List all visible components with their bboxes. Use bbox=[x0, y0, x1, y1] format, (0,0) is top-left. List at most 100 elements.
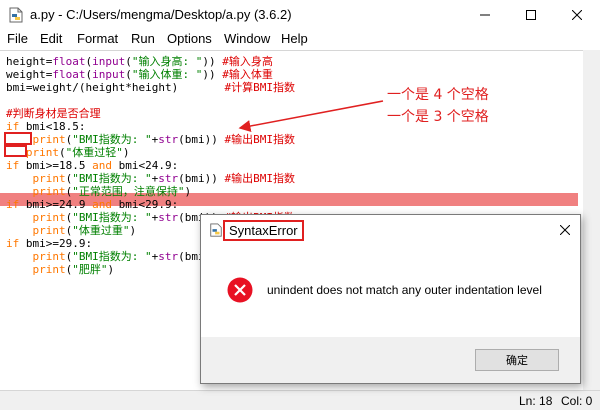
code-token: print bbox=[25, 146, 59, 159]
code-token: str bbox=[158, 133, 179, 146]
minimize-button[interactable] bbox=[462, 0, 508, 30]
code-line: print("正常范围，注意保持") bbox=[6, 185, 192, 198]
code-line: if bmi>=29.9: bbox=[6, 237, 92, 250]
ok-button[interactable]: 确定 bbox=[475, 349, 559, 371]
code-token: "BMI指数为: " bbox=[72, 211, 152, 224]
code-token: (bmi)) bbox=[178, 133, 218, 146]
code-token: bmi>=18.5 bbox=[19, 159, 93, 172]
code-token: #判断身材是否合理 bbox=[6, 107, 101, 120]
code-token: and bbox=[92, 198, 112, 211]
menu-help[interactable]: Help bbox=[281, 31, 308, 46]
title-bar: a.py - C:/Users/mengma/Desktop/a.py (3.6… bbox=[0, 0, 600, 30]
code-token: ) bbox=[122, 146, 130, 159]
annotation-4-spaces: 一个是 4 个空格 bbox=[387, 87, 489, 103]
code-token: if bbox=[6, 237, 20, 250]
code-token: "输入身高: " bbox=[131, 55, 203, 68]
code-token: bmi<24.9: bbox=[111, 159, 179, 172]
code-token: #输入身高 bbox=[215, 55, 273, 68]
code-token: str bbox=[158, 250, 179, 263]
code-token: str bbox=[158, 172, 179, 185]
code-token: bmi<29.9: bbox=[111, 198, 179, 211]
code-line: if bmi>=24.9 and bmi<29.9: bbox=[6, 198, 178, 211]
code-token: ) bbox=[107, 263, 115, 276]
code-token: print bbox=[32, 224, 66, 237]
dialog-title-highlight: SyntaxError bbox=[223, 220, 304, 241]
indent-box-3-spaces bbox=[4, 145, 27, 157]
dialog-close-button[interactable] bbox=[556, 221, 574, 239]
code-token: ( bbox=[59, 146, 66, 159]
code-token: ) bbox=[184, 185, 192, 198]
code-token: print bbox=[32, 185, 66, 198]
syntax-error-dialog: SyntaxError unindent does not match any … bbox=[200, 214, 581, 384]
code-token: float bbox=[52, 68, 86, 81]
window-title: a.py - C:/Users/mengma/Desktop/a.py (3.6… bbox=[30, 7, 292, 22]
menu-bar: File Edit Format Run Options Window Help bbox=[0, 30, 600, 50]
code-token: ( bbox=[125, 55, 132, 68]
code-token: weight= bbox=[6, 68, 53, 81]
code-token: "BMI指数为: " bbox=[72, 250, 152, 263]
indent-box-4-spaces bbox=[4, 132, 32, 145]
code-token: print bbox=[32, 211, 66, 224]
code-token: "体重过重" bbox=[72, 224, 130, 237]
code-token: )) bbox=[202, 55, 216, 68]
maximize-button[interactable] bbox=[508, 0, 554, 30]
menu-format[interactable]: Format bbox=[77, 31, 118, 46]
code-token: "体重过轻" bbox=[65, 146, 123, 159]
code-token: bmi>=29.9: bbox=[19, 237, 93, 250]
minimize-icon bbox=[480, 14, 490, 16]
code-token: input bbox=[92, 68, 126, 81]
code-token: height= bbox=[6, 55, 53, 68]
menu-window[interactable]: Window bbox=[224, 31, 270, 46]
error-icon bbox=[227, 277, 253, 303]
code-token: (bmi)) bbox=[178, 172, 218, 185]
code-token: "BMI指数为: " bbox=[72, 172, 152, 185]
code-token: ( bbox=[125, 68, 132, 81]
code-token: float bbox=[52, 55, 86, 68]
code-token: print bbox=[32, 133, 66, 146]
status-column: Col: 0 bbox=[561, 394, 593, 408]
code-line: print("BMI指数为: "+str(bmi)) #输出BMI指数 bbox=[6, 172, 295, 185]
code-token: if bbox=[6, 198, 20, 211]
status-bar: Ln: 18 Col: 0 bbox=[0, 390, 600, 410]
status-line: Ln: 18 bbox=[519, 394, 553, 408]
code-line: if bmi>=18.5 and bmi<24.9: bbox=[6, 159, 178, 172]
code-token: "正常范围，注意保持" bbox=[72, 185, 185, 198]
code-line: print("BMI指数为: "+str(bmi)) #输出BMI指数 bbox=[6, 133, 295, 146]
close-icon bbox=[572, 10, 582, 20]
python-file-icon bbox=[9, 7, 23, 23]
code-token: #输入体重 bbox=[215, 68, 273, 81]
code-line: height=float(input("输入身高: ")) #输入身高 bbox=[6, 55, 273, 68]
code-line: #判断身材是否合理 bbox=[6, 107, 101, 120]
menu-run[interactable]: Run bbox=[131, 31, 155, 46]
dialog-title: SyntaxError bbox=[229, 223, 298, 238]
code-token: bmi>=24.9 bbox=[19, 198, 93, 211]
maximize-icon bbox=[526, 10, 536, 20]
python-file-icon bbox=[210, 223, 222, 237]
vertical-scrollbar[interactable] bbox=[583, 50, 600, 390]
code-token: print bbox=[32, 263, 66, 276]
code-token: print bbox=[32, 250, 66, 263]
code-token: "肥胖" bbox=[72, 263, 108, 276]
menu-options[interactable]: Options bbox=[167, 31, 212, 46]
code-token: #输出BMI指数 bbox=[217, 172, 295, 185]
close-icon bbox=[560, 225, 570, 235]
code-token: ) bbox=[129, 224, 137, 237]
menu-file[interactable]: File bbox=[7, 31, 28, 46]
code-token: and bbox=[92, 159, 112, 172]
code-line: weight=float(input("输入体重: ")) #输入体重 bbox=[6, 68, 273, 81]
code-token: "输入体重: " bbox=[131, 68, 203, 81]
code-token: )) bbox=[202, 68, 216, 81]
dialog-message: unindent does not match any outer indent… bbox=[267, 283, 542, 297]
code-token: bmi=weight/(height*height) bbox=[6, 81, 225, 94]
code-token: str bbox=[158, 211, 179, 224]
code-line: print("肥胖") bbox=[6, 263, 115, 276]
code-line: bmi=weight/(height*height) #计算BMI指数 bbox=[6, 81, 295, 94]
code-token: if bbox=[6, 159, 20, 172]
code-token: #计算BMI指数 bbox=[224, 81, 296, 94]
close-button[interactable] bbox=[554, 0, 600, 30]
dialog-titlebar: SyntaxError bbox=[201, 215, 580, 245]
menu-edit[interactable]: Edit bbox=[40, 31, 62, 46]
